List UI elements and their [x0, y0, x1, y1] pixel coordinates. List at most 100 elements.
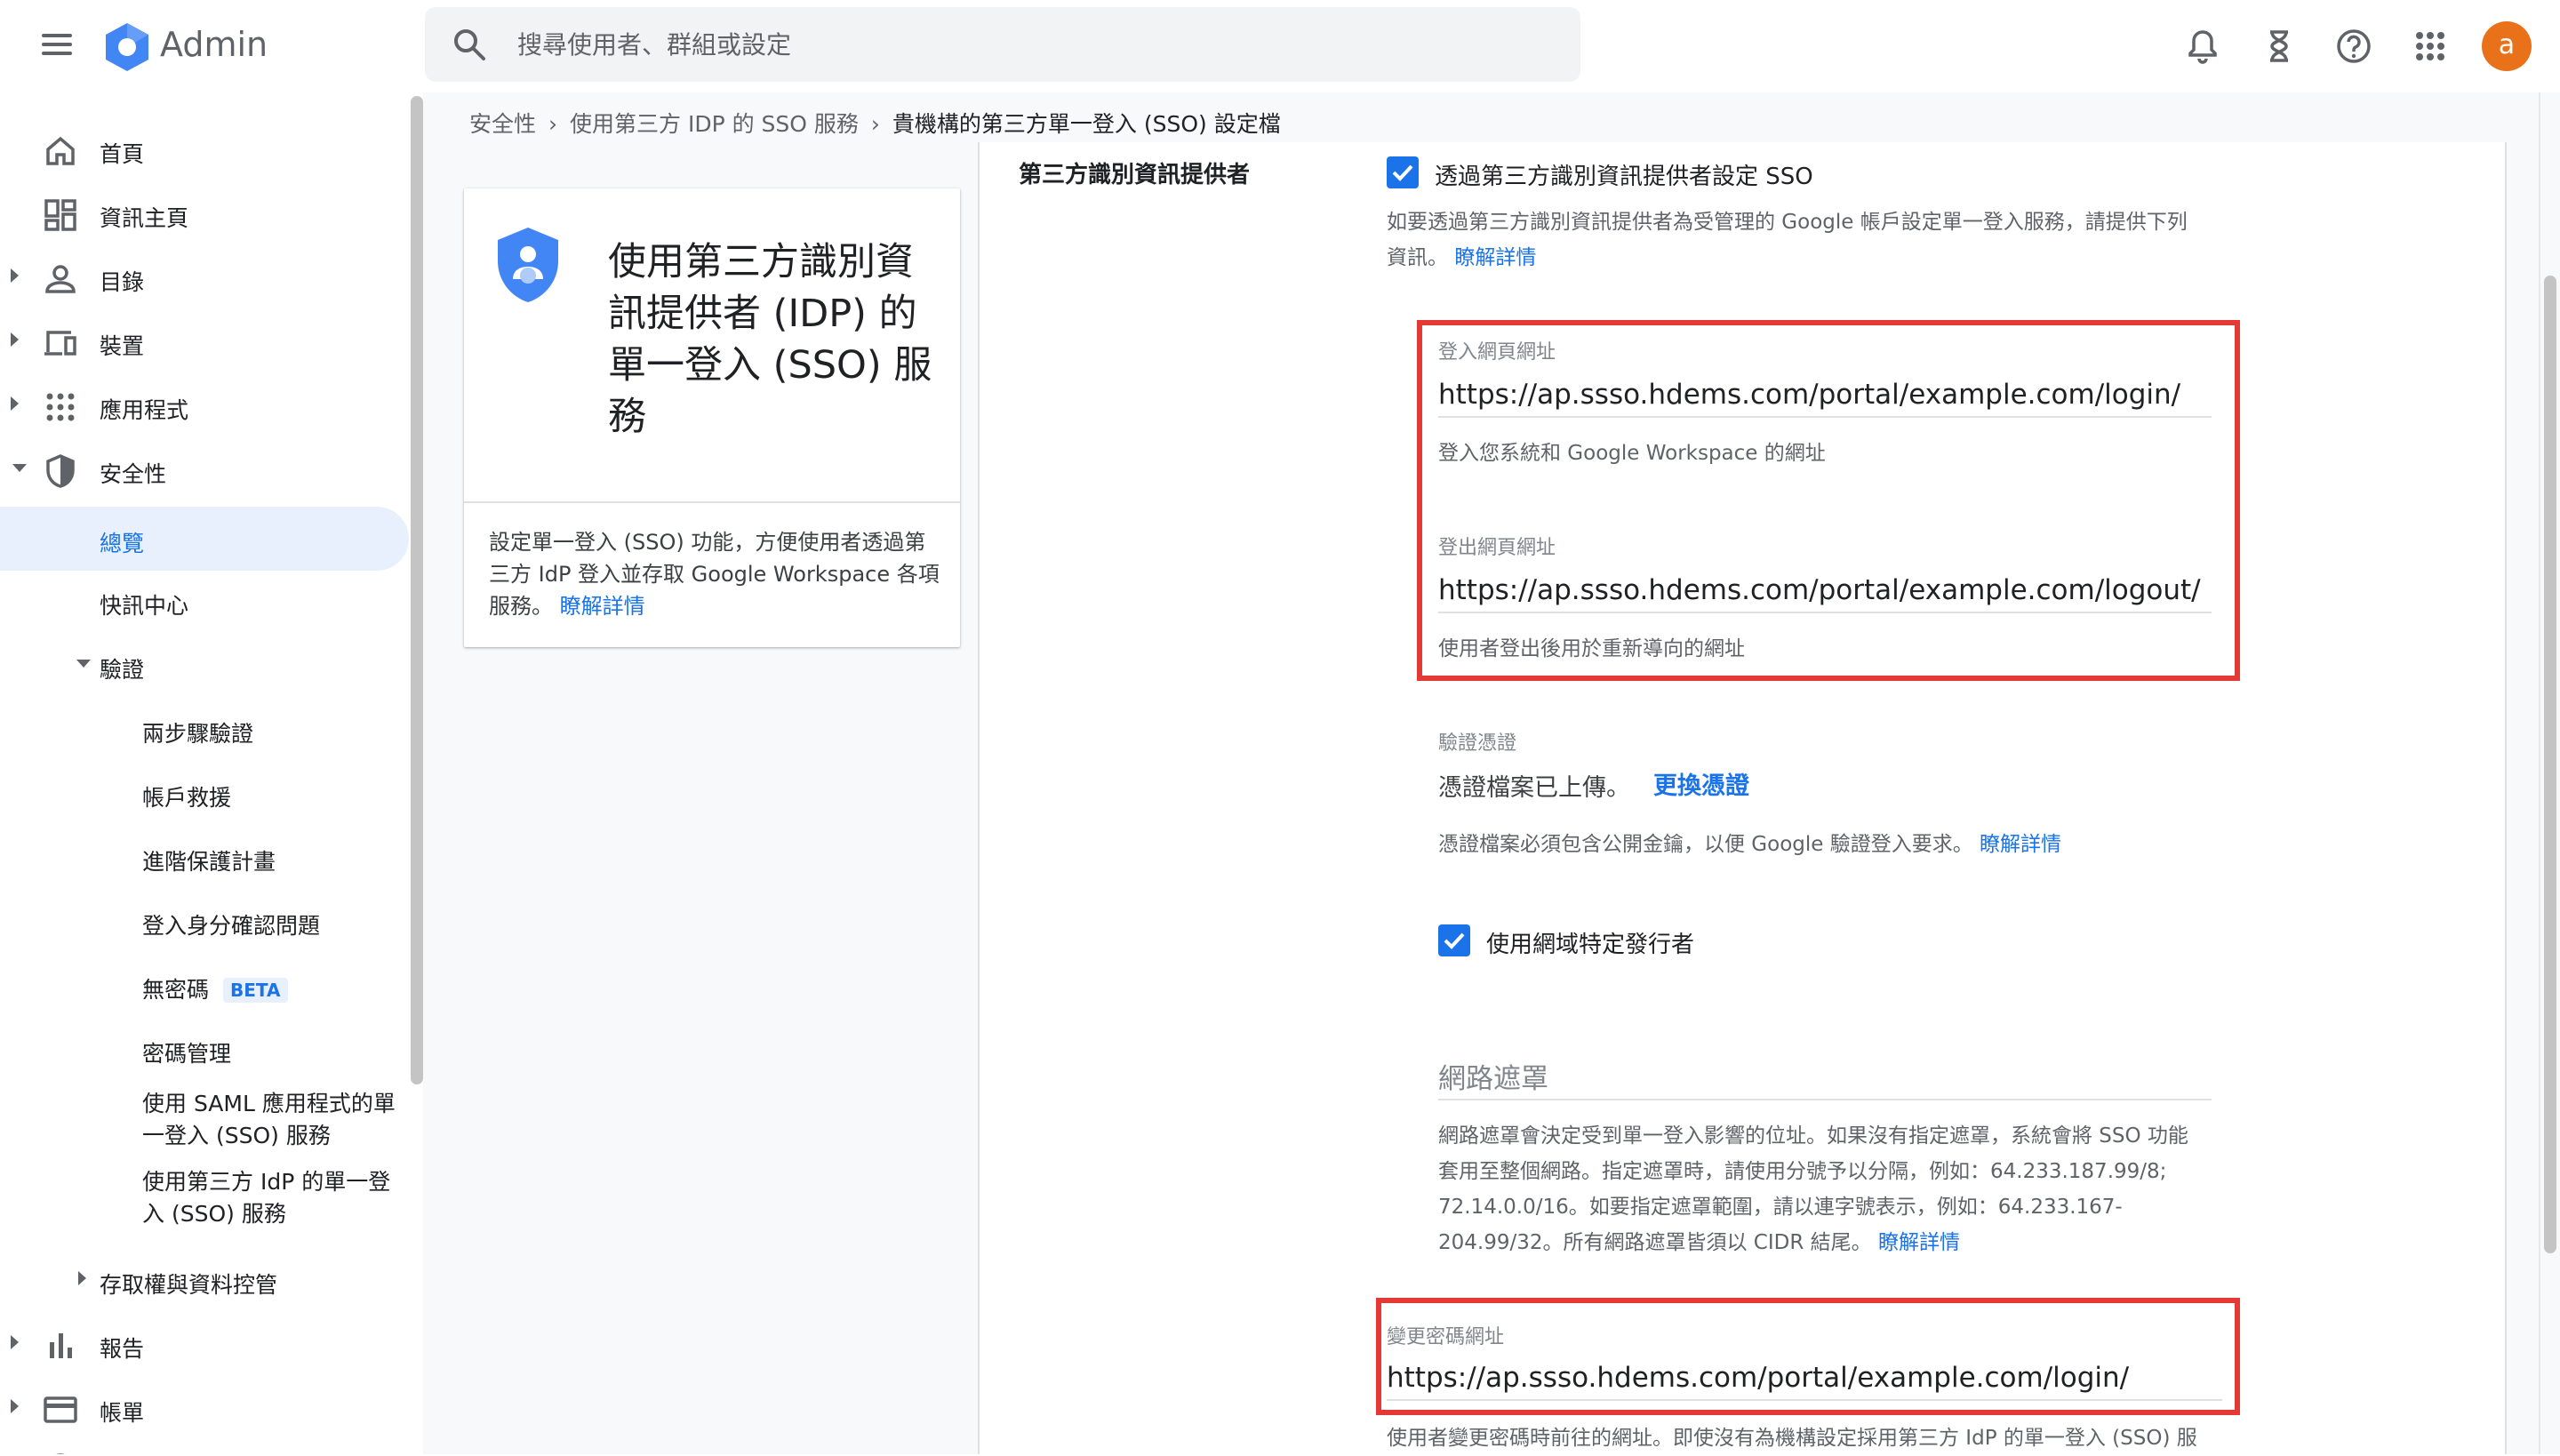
card-divider: [464, 501, 960, 503]
sidebar-item-label: 資訊主頁: [100, 205, 189, 231]
search-bar[interactable]: [425, 7, 1580, 82]
change-password-url-input[interactable]: https://ap.ssso.hdems.com/portal/example…: [1387, 1362, 2129, 1394]
sso-checkbox-label[interactable]: 透過第三方識別資訊提供者設定 SSO: [1435, 158, 1813, 191]
collapse-caret-icon[interactable]: [76, 660, 91, 668]
beta-badge: BETA: [223, 978, 288, 1003]
card-description: 設定單一登入 (SSO) 功能，方便使用者透過第三方 IdP 登入並存取 Goo…: [489, 530, 940, 619]
main-menu-icon[interactable]: [39, 27, 75, 62]
login-url-underline: [1438, 416, 2212, 418]
expand-caret-icon[interactable]: [11, 1335, 19, 1349]
sidebar-item-label: 兩步驟驗證: [142, 721, 254, 747]
sidebar-item-label: 帳單: [100, 1400, 145, 1426]
sidebar-item-third-party-idp-sso[interactable]: 使用第三方 IdP 的單一登入 (SSO) 服務: [0, 1166, 409, 1243]
breadcrumb-security[interactable]: 安全性: [469, 111, 536, 137]
sidebar-item-login-challenges[interactable]: 登入身分確認問題: [0, 889, 409, 953]
login-url-input[interactable]: https://ap.ssso.hdems.com/portal/example…: [1438, 379, 2180, 411]
highlight-box-change-password: [1376, 1298, 2240, 1415]
sidebar-item-advanced-protection[interactable]: 進階保護計畫: [0, 825, 409, 889]
sidebar-item-authentication[interactable]: 驗證: [0, 633, 409, 697]
change-password-underline: [1387, 1399, 2222, 1401]
login-url-label: 登入網頁網址: [1438, 341, 1556, 364]
help-icon[interactable]: [2332, 25, 2375, 68]
sidebar-item-label: 驗證: [100, 657, 145, 683]
top-bar: Admin a: [0, 0, 2560, 92]
sidebar-item-2-step-verification[interactable]: 兩步驟驗證: [0, 697, 409, 761]
sidebar-item-directory[interactable]: 目錄: [0, 245, 409, 309]
netmask-help-line-2: 套用至整個網路。指定遮罩時，請使用分號予以分隔，例如：64.233.187.99…: [1438, 1160, 2167, 1183]
shield-icon: [46, 454, 75, 488]
sidebar-item-saml-sso[interactable]: 使用 SAML 應用程式的單一登入 (SSO) 服務: [0, 1088, 409, 1164]
breadcrumb-current: 貴機構的第三方單一登入 (SSO) 設定檔: [892, 111, 1281, 137]
admin-logo-icon[interactable]: [101, 21, 153, 73]
sidebar-item-label: 帳戶救援: [142, 785, 232, 811]
sidebar-item-dashboard[interactable]: 資訊主頁: [0, 181, 409, 245]
check-icon: [1392, 164, 1413, 181]
sso-checkbox[interactable]: [1387, 156, 1419, 188]
apps-grid-icon[interactable]: [2409, 25, 2452, 68]
sidebar-item-security[interactable]: 安全性: [0, 437, 409, 501]
sidebar-item-password-management[interactable]: 密碼管理: [0, 1017, 409, 1081]
cert-label: 驗證憑證: [1438, 732, 1517, 755]
sso-help-line-2: 資訊。 瞭解詳情: [1387, 246, 1537, 269]
sidebar-item-label: 報告: [100, 1336, 145, 1362]
sidebar-nav: 首頁 資訊主頁 目錄 裝置 應用程式 安全性 總覽 快訊中心 驗證 兩步驟驗證 …: [0, 92, 409, 1454]
card-title: 使用第三方識別資訊提供者 (IDP) 的單一登入 (SSO) 服務: [608, 240, 932, 439]
sidebar-item-reports[interactable]: 報告: [0, 1312, 409, 1376]
netmask-help-line-4: 204.99/32。所有網路遮罩皆須以 CIDR 結尾。 瞭解詳情: [1438, 1231, 1960, 1254]
sidebar-item-label: 使用第三方 IdP 的單一登入 (SSO) 服務: [142, 1169, 391, 1227]
notifications-bell-icon[interactable]: [2181, 25, 2224, 68]
sidebar-item-apps[interactable]: 應用程式: [0, 373, 409, 437]
tasks-hourglass-icon[interactable]: [2258, 25, 2300, 68]
sso-learn-more-link[interactable]: 瞭解詳情: [1454, 246, 1536, 269]
sidebar-item-home[interactable]: 首頁: [0, 117, 409, 181]
sidebar-item-label: 存取權與資料控管: [100, 1272, 278, 1298]
sidebar-item-label: 應用程式: [100, 397, 189, 423]
logout-url-input[interactable]: https://ap.ssso.hdems.com/portal/example…: [1438, 574, 2201, 606]
netmask-underline: [1438, 1099, 2212, 1100]
breadcrumb-third-party-sso[interactable]: 使用第三方 IDP 的 SSO 服務: [570, 111, 859, 137]
search-icon[interactable]: [452, 27, 487, 62]
netmask-title: 網路遮罩: [1438, 1063, 1548, 1095]
app-title[interactable]: Admin: [160, 25, 268, 64]
sidebar-item-overview[interactable]: 總覽: [0, 507, 409, 571]
search-input[interactable]: [517, 25, 1540, 64]
highlight-box-login-logout: [1417, 320, 2240, 681]
expand-caret-icon[interactable]: [11, 1399, 19, 1413]
sidebar-item-label: 無密碼: [142, 977, 210, 1003]
replace-cert-button[interactable]: 更換憑證: [1653, 766, 1749, 801]
expand-caret-icon[interactable]: [11, 268, 19, 283]
expand-caret-icon[interactable]: [11, 332, 19, 347]
sidebar-item-passwordless[interactable]: 無密碼 BETA: [0, 953, 409, 1017]
expand-caret-icon[interactable]: [78, 1271, 86, 1285]
sidebar-item-label: 裝置: [100, 333, 145, 359]
collapse-caret-icon[interactable]: [12, 464, 27, 472]
domain-issuer-label[interactable]: 使用網域特定發行者: [1486, 926, 1694, 959]
netmask-help-line-3: 72.14.0.0/16。如要指定遮罩範圍，請以連字號表示，例如：64.233.…: [1438, 1196, 2123, 1219]
sidebar-item-label: 登入身分確認問題: [142, 913, 321, 939]
login-url-help: 登入您系統和 Google Workspace 的網址: [1438, 442, 1826, 465]
sidebar-item-label: 進階保護計畫: [142, 849, 276, 875]
sidebar-item-account-recovery[interactable]: 帳戶救援: [0, 761, 409, 825]
account-avatar[interactable]: a: [2482, 21, 2532, 71]
domain-issuer-checkbox[interactable]: [1438, 924, 1470, 956]
sidebar-item-label: 首頁: [100, 141, 145, 167]
sidebar-item-label: 密碼管理: [142, 1041, 232, 1067]
sidebar-item-devices[interactable]: 裝置: [0, 309, 409, 373]
sidebar-item-label: 使用 SAML 應用程式的單一登入 (SSO) 服務: [142, 1091, 396, 1148]
change-password-help: 使用者變更密碼時前往的網址。即使沒有為機構設定採用第三方 IdP 的單一登入 (…: [1387, 1427, 2197, 1450]
sidebar-scrollbar[interactable]: [411, 96, 423, 1084]
sidebar-item-alert-center[interactable]: 快訊中心: [0, 569, 409, 633]
expand-caret-icon[interactable]: [11, 396, 19, 411]
netmask-help-line-1: 網路遮罩會決定受到單一登入影響的位址。如果沒有指定遮罩，系統會將 SSO 功能: [1438, 1124, 2188, 1148]
netmask-learn-more-link[interactable]: 瞭解詳情: [1878, 1231, 1960, 1254]
sidebar-item-access-data-control[interactable]: 存取權與資料控管: [0, 1248, 409, 1312]
logout-url-help: 使用者登出後用於重新導向的網址: [1438, 637, 1745, 660]
sidebar-item-account[interactable]: 帳戶: [0, 1435, 409, 1454]
sidebar-item-label: 安全性: [100, 461, 167, 487]
person-icon: [45, 265, 76, 293]
main-scrollbar-thumb[interactable]: [2544, 276, 2556, 1253]
sidebar-item-billing[interactable]: 帳單: [0, 1376, 409, 1440]
account-icon: [56, 1453, 65, 1454]
card-learn-more-link[interactable]: 瞭解詳情: [560, 594, 645, 619]
cert-learn-more-link[interactable]: 瞭解詳情: [1980, 833, 2061, 856]
